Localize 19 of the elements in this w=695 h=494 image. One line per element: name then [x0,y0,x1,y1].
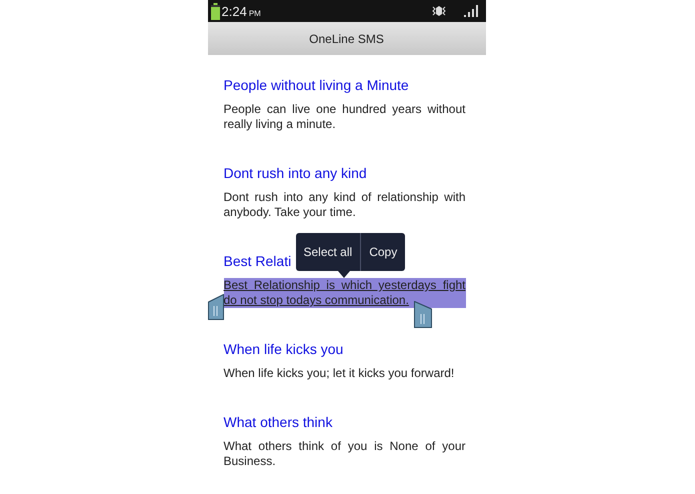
signal-icon [464,5,478,17]
message-text: Best Relationship is which yesterdays fight do not stop todays communication. [224,278,466,308]
menu-item[interactable]: Copy [361,233,406,271]
menu-item[interactable]: Select all [296,233,360,271]
vibrate-icon [432,5,446,17]
battery-icon [210,2,220,20]
message-text: People can live one hundred years without really living a minute. [224,102,466,132]
message-text: What others think of you is None of your Business. [224,439,466,469]
message-title[interactable]: Best Relati [224,253,292,269]
app-title: OneLine SMS [309,32,384,46]
clock-time: 2:24 [222,4,247,18]
message-title[interactable]: People without living a Minute [224,77,409,93]
selection-handle[interactable] [208,294,224,320]
message-text: Dont rush into any kind of relationship with anybody. Take your time. [224,190,466,220]
message-title[interactable]: What others think [224,414,332,430]
clock-period: PM [248,8,261,18]
message-title[interactable]: When life kicks you [224,341,344,357]
message-text: When life kicks you; let it kicks you forward! [224,366,456,381]
message-title[interactable]: Dont rush into any kind [224,165,367,181]
